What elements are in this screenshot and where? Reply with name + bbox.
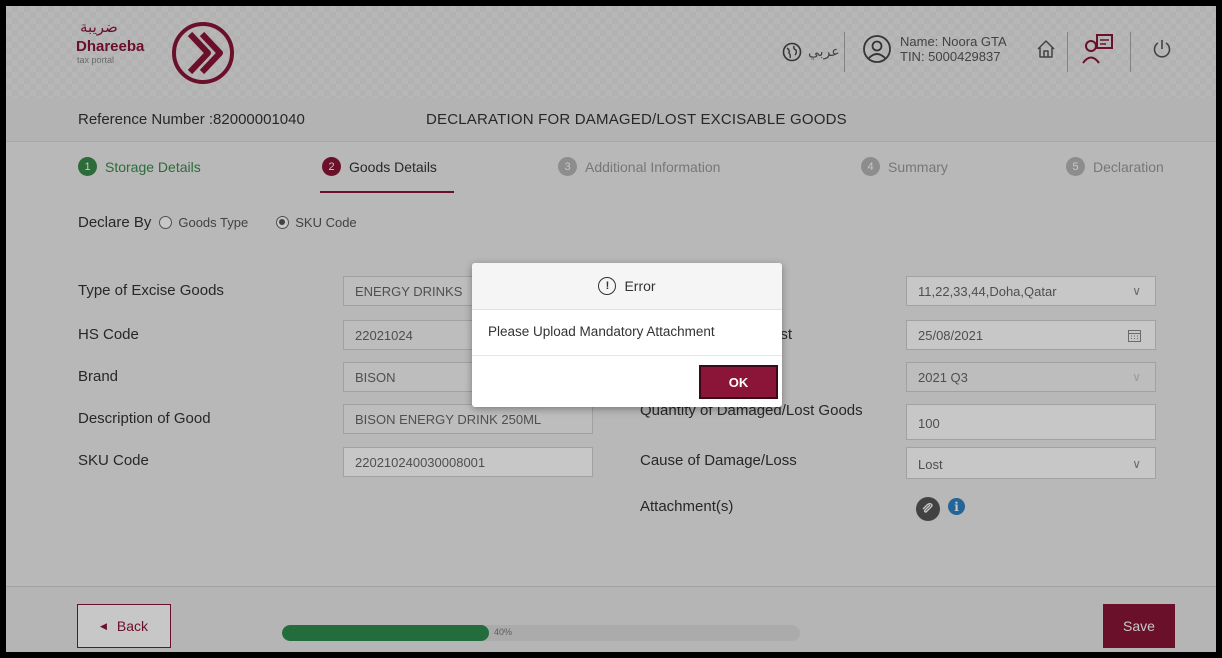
exclamation-icon: !: [598, 277, 617, 295]
app-window: ضريبة Dhareeba tax portal عربي Name: Noo…: [6, 6, 1216, 652]
dialog-title: Error: [624, 278, 656, 294]
dialog-header: ! Error: [472, 263, 782, 310]
ok-button[interactable]: OK: [699, 365, 778, 399]
error-dialog: ! Error Please Upload Mandatory Attachme…: [472, 263, 782, 407]
dialog-message: Please Upload Mandatory Attachment: [472, 310, 782, 356]
